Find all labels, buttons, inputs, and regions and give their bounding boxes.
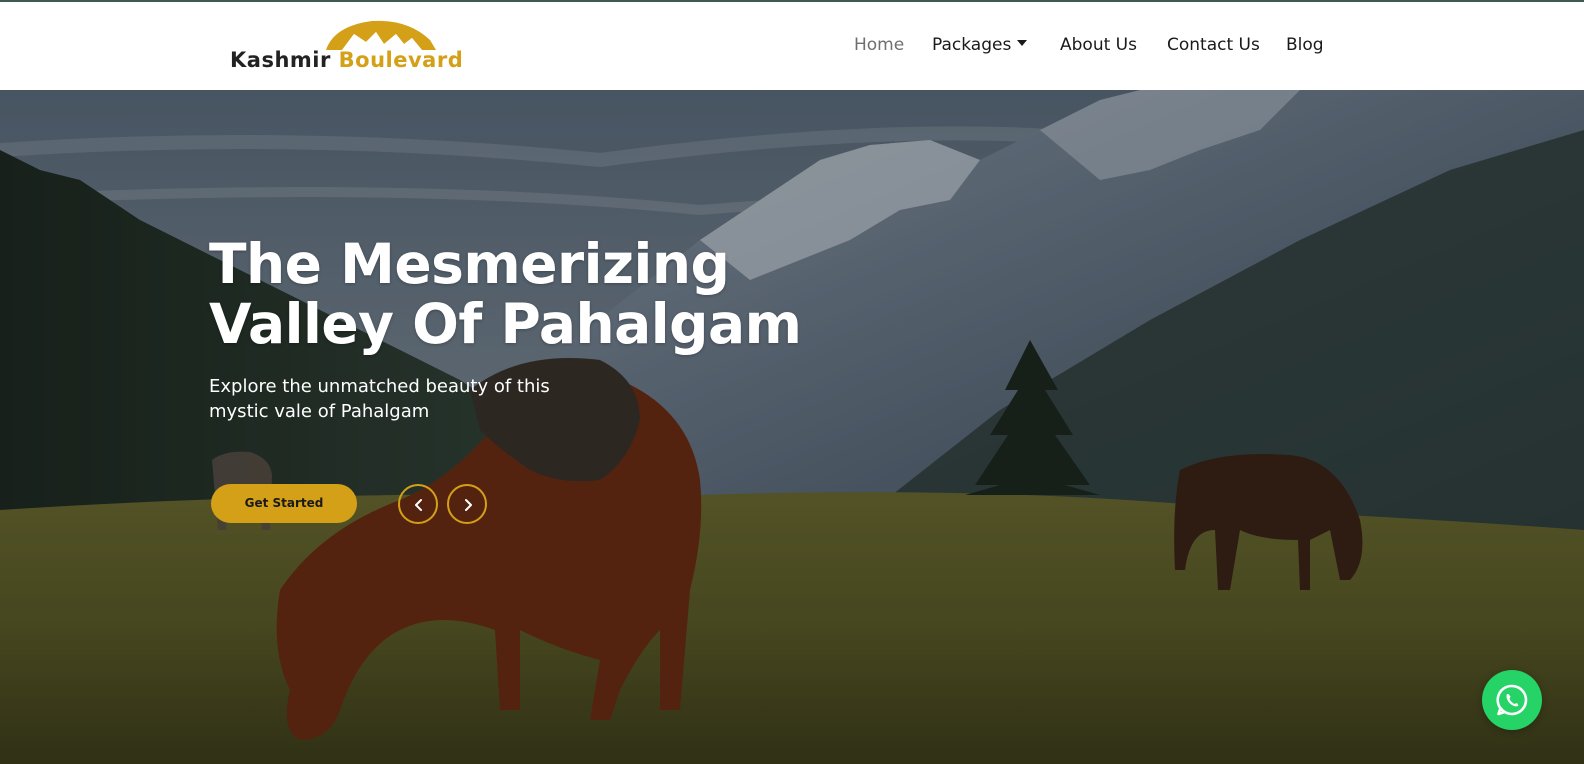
hero-background-image <box>0 90 1584 764</box>
chevron-right-icon <box>465 499 472 511</box>
nav-blog[interactable]: Blog <box>1286 35 1324 55</box>
nav-home[interactable]: Home <box>854 35 904 55</box>
nav-packages-label: Packages <box>932 35 1012 55</box>
main-nav: Home Packages About Us Contact Us Blog <box>0 35 1584 61</box>
hero-subtitle-line1: Explore the unmatched beauty of this <box>209 376 550 397</box>
nav-contact-us[interactable]: Contact Us <box>1167 35 1260 55</box>
hero-title-line2: Valley Of Pahalgam <box>209 292 802 356</box>
caret-down-icon <box>1017 40 1028 46</box>
hero-title-line1: The Mesmerizing <box>209 232 730 296</box>
nav-about-us[interactable]: About Us <box>1060 35 1137 55</box>
nav-packages[interactable]: Packages <box>932 35 1028 55</box>
hero-title: The Mesmerizing Valley Of Pahalgam <box>209 234 849 354</box>
hero-subtitle-line2: mystic vale of Pahalgam <box>209 401 430 422</box>
whatsapp-icon <box>1496 684 1528 716</box>
get-started-button[interactable]: Get Started <box>211 484 357 523</box>
site-header: Kashmir Boulevard Home Packages About Us… <box>0 2 1584 90</box>
slider-prev-button[interactable] <box>398 484 438 524</box>
slider-next-button[interactable] <box>447 484 487 524</box>
hero-banner: The Mesmerizing Valley Of Pahalgam Explo… <box>0 90 1584 764</box>
whatsapp-chat-button[interactable] <box>1482 670 1542 730</box>
chevron-left-icon <box>415 499 422 511</box>
hero-subtitle: Explore the unmatched beauty of this mys… <box>209 374 609 424</box>
